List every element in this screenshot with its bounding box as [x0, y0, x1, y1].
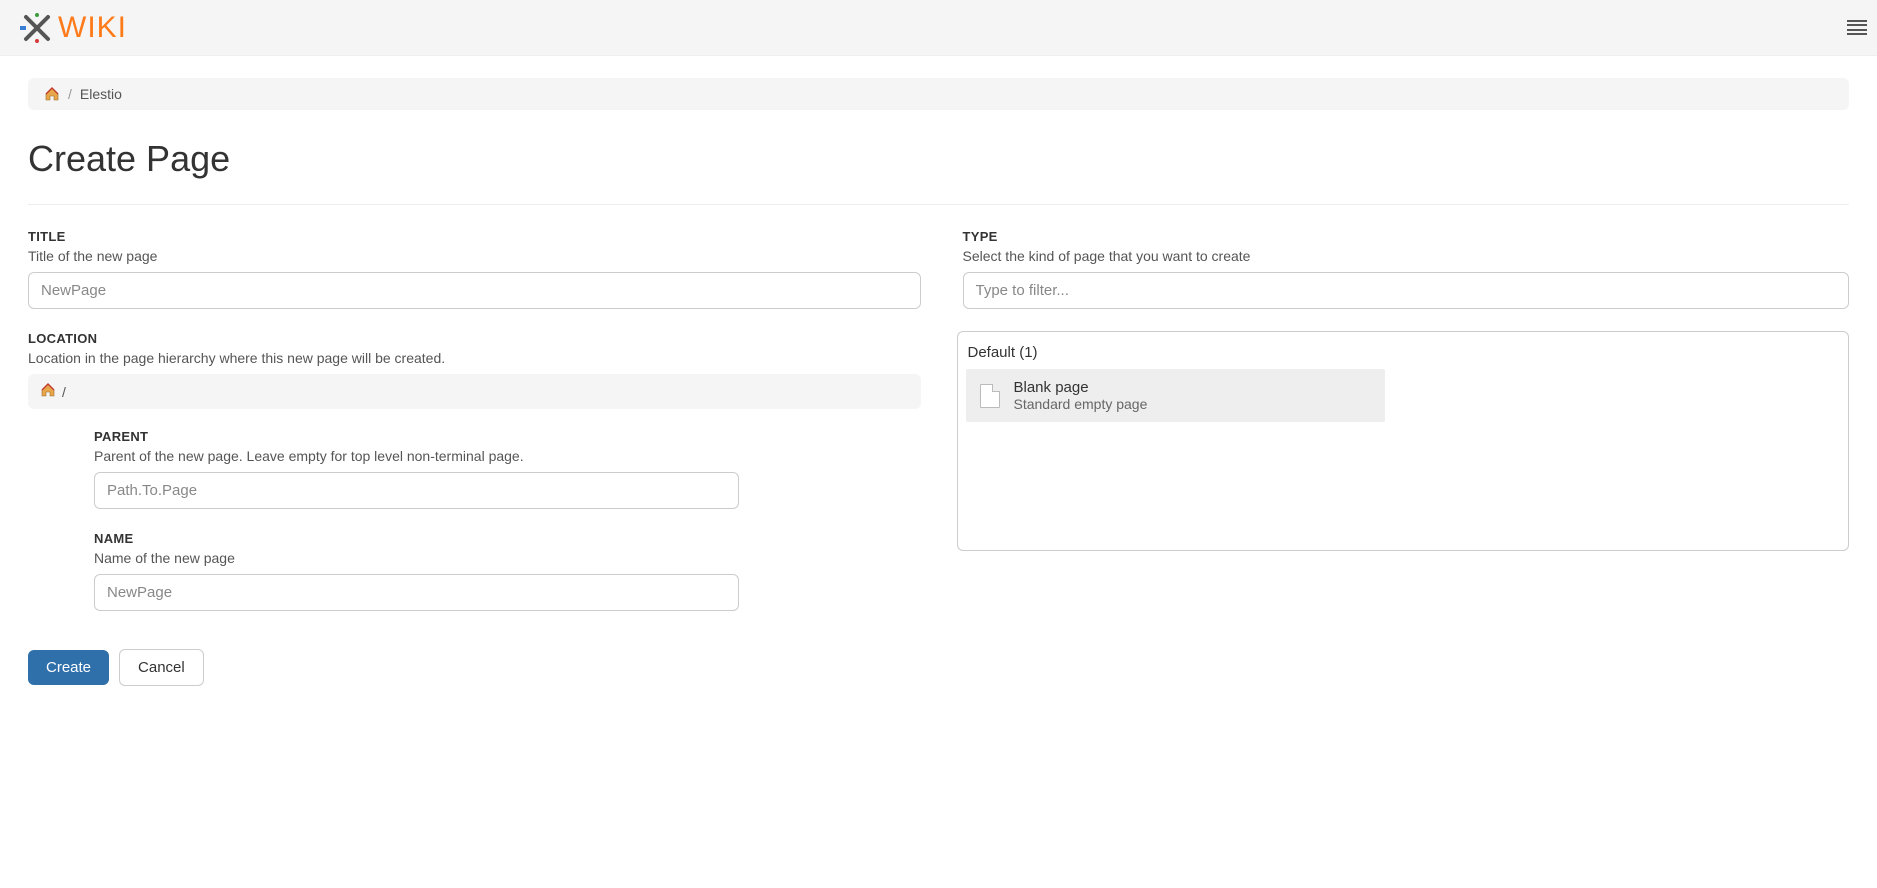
- drawer-toggle-icon[interactable]: [1847, 20, 1867, 36]
- type-filter-input[interactable]: [963, 272, 1850, 309]
- home-icon[interactable]: [44, 86, 60, 102]
- document-icon: [980, 384, 1000, 408]
- parent-input[interactable]: [94, 472, 739, 509]
- location-desc: Location in the page hierarchy where thi…: [28, 350, 921, 366]
- breadcrumb-link-elestio[interactable]: Elestio: [80, 86, 122, 102]
- name-input[interactable]: [94, 574, 739, 611]
- location-label: LOCATION: [28, 331, 921, 346]
- breadcrumb: / Elestio: [28, 78, 1849, 110]
- logo[interactable]: WIKI: [20, 11, 127, 45]
- logo-mark-icon: [20, 11, 54, 45]
- type-desc: Select the kind of page that you want to…: [963, 248, 1850, 264]
- top-header: WIKI: [0, 0, 1877, 56]
- cancel-button[interactable]: Cancel: [119, 649, 204, 686]
- create-button[interactable]: Create: [28, 650, 109, 685]
- name-label: NAME: [94, 531, 921, 546]
- location-display: /: [28, 374, 921, 409]
- home-icon[interactable]: [40, 382, 56, 401]
- divider: [28, 204, 1849, 205]
- parent-desc: Parent of the new page. Leave empty for …: [94, 448, 921, 464]
- logo-text: WIKI: [58, 11, 127, 45]
- title-input[interactable]: [28, 272, 921, 309]
- breadcrumb-separator: /: [68, 86, 72, 102]
- title-desc: Title of the new page: [28, 248, 921, 264]
- parent-label: PARENT: [94, 429, 921, 444]
- type-item-blank-page[interactable]: Blank page Standard empty page: [966, 369, 1386, 422]
- type-item-desc: Standard empty page: [1014, 396, 1148, 412]
- location-path-text: /: [62, 384, 66, 400]
- type-label: TYPE: [963, 229, 1850, 244]
- type-list[interactable]: Default (1) Blank page Standard empty pa…: [957, 331, 1850, 551]
- type-item-title: Blank page: [1014, 379, 1148, 396]
- page-title: Create Page: [28, 138, 1849, 180]
- title-label: TITLE: [28, 229, 921, 244]
- name-desc: Name of the new page: [94, 550, 921, 566]
- type-group-label: Default (1): [966, 340, 1841, 369]
